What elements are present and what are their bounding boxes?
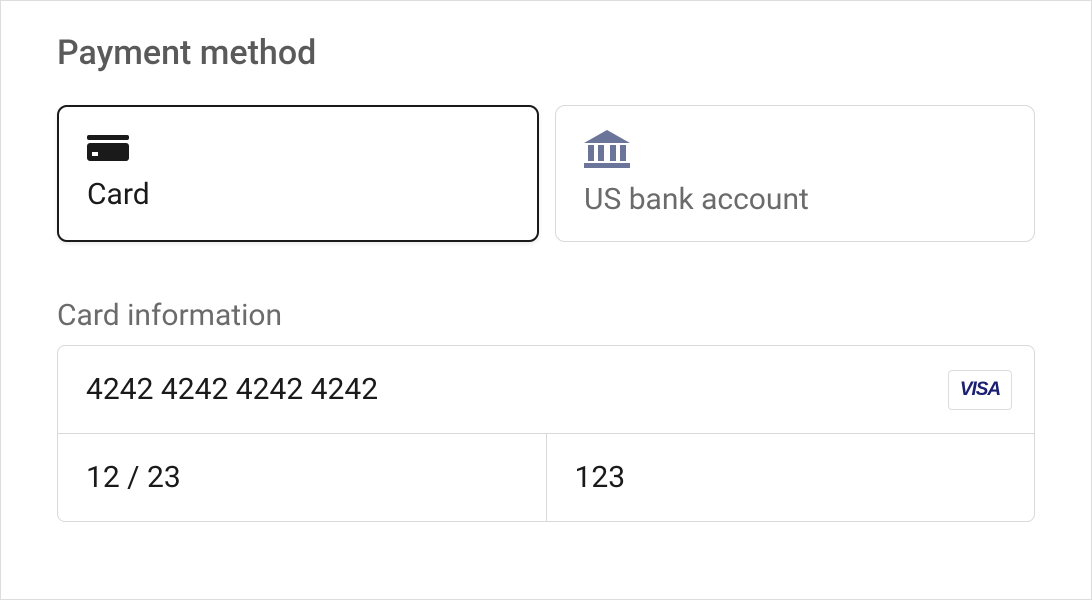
visa-icon: VISA: [960, 379, 1000, 401]
card-number-input[interactable]: [58, 346, 1034, 433]
payment-method-bank[interactable]: US bank account: [555, 105, 1035, 242]
payment-method-options: Card US bank account: [57, 105, 1035, 242]
card-fields-group: VISA: [57, 345, 1035, 522]
card-expiry-input[interactable]: [58, 434, 546, 521]
method-card-label: Card: [87, 177, 509, 212]
method-bank-label: US bank account: [584, 182, 1006, 217]
bank-icon: [584, 130, 1006, 168]
card-info-label: Card information: [57, 298, 1035, 333]
payment-method-title: Payment method: [57, 33, 1035, 73]
card-brand-badge: VISA: [948, 370, 1012, 410]
card-cvc-input[interactable]: [546, 434, 1035, 521]
card-icon: [87, 131, 509, 163]
payment-method-card[interactable]: Card: [57, 105, 539, 242]
